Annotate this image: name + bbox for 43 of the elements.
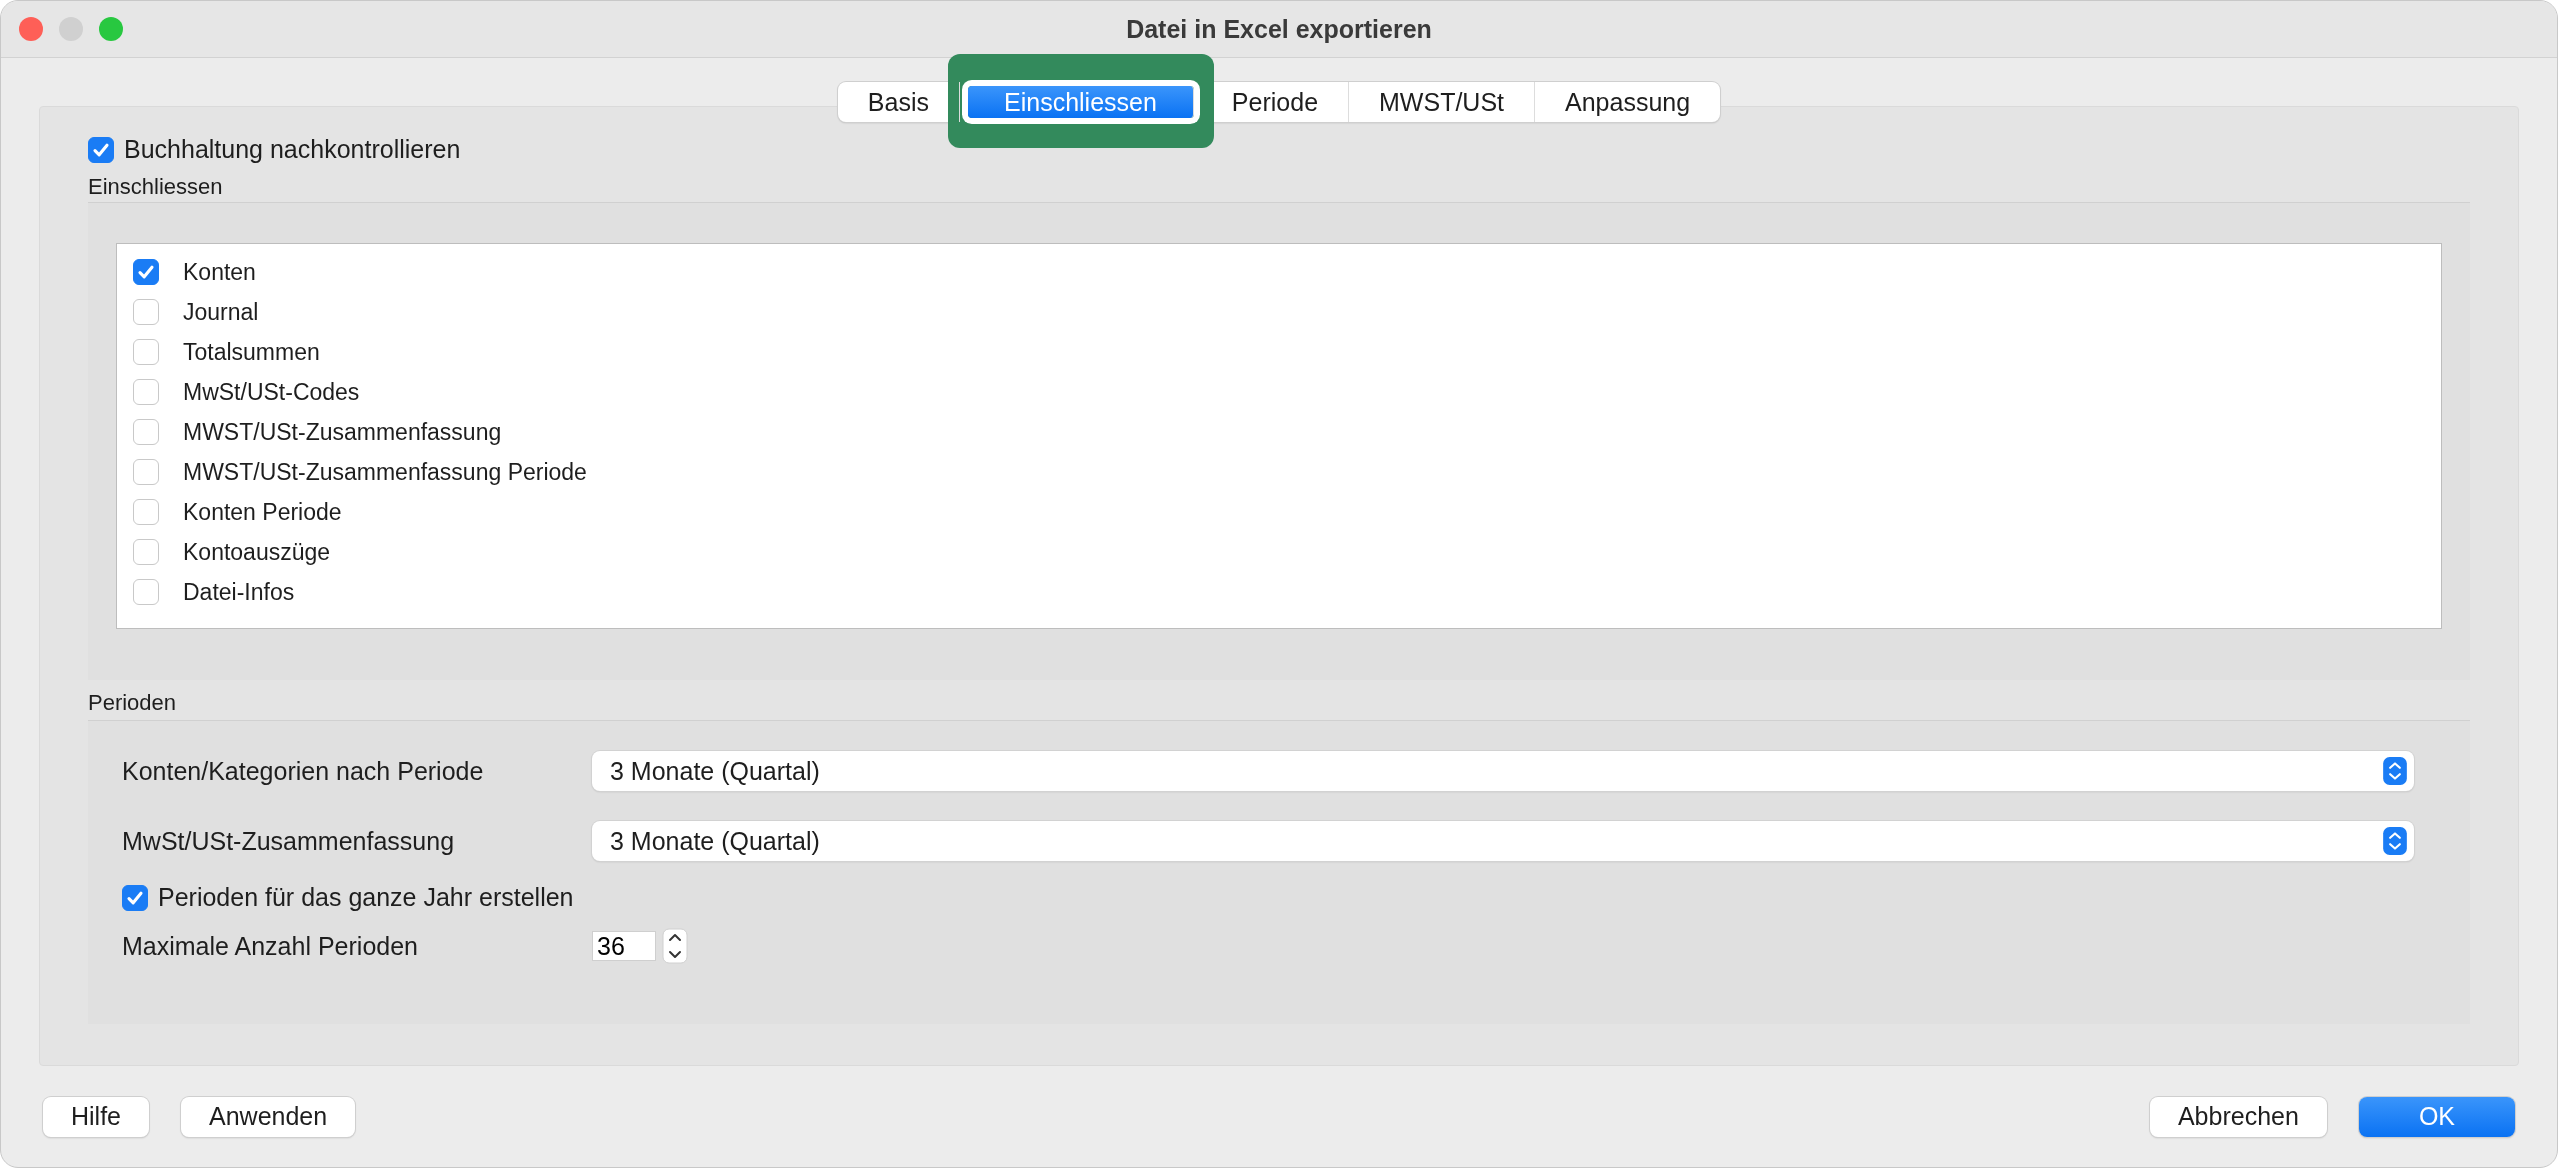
number-field[interactable]: 36 (592, 931, 656, 961)
popup-menu[interactable]: 3 Monate (Quartal) (592, 751, 2414, 791)
checkbox[interactable] (133, 579, 159, 605)
list-item-label: Kontoauszüge (183, 538, 331, 566)
popup-menu[interactable]: 3 Monate (Quartal) (592, 821, 2414, 861)
checkbox-label: Buchhaltung nachkontrollieren (124, 135, 461, 164)
checkbox[interactable] (133, 299, 159, 325)
list-item-label: MWST/USt-Zusammenfassung (183, 418, 502, 446)
tab[interactable]: Anpassung (1535, 82, 1721, 122)
chevron-updown-icon (2383, 827, 2407, 855)
field-label: Maximale Anzahl Perioden (122, 931, 419, 961)
list-item-label: MWST/USt-Zusammenfassung Periode (183, 458, 587, 486)
checkbox[interactable] (133, 339, 159, 365)
checkbox-label: Perioden für das ganze Jahr erstellen (158, 883, 574, 912)
checkbox[interactable] (133, 259, 159, 285)
dialog-button[interactable]: Hilfe (43, 1096, 149, 1137)
tab[interactable]: MWST/USt (1349, 82, 1536, 122)
list-item-label: Totalsummen (183, 338, 320, 366)
dialog-button[interactable]: OK (2358, 1096, 2515, 1137)
list-item-label: MwSt/USt-Codes (183, 378, 360, 406)
chevron-updown-icon (2383, 757, 2407, 785)
close-button[interactable] (19, 17, 43, 41)
dialog-button[interactable]: Anwenden (181, 1096, 356, 1137)
checkbox[interactable] (133, 499, 159, 525)
checkbox[interactable] (133, 539, 159, 565)
group-title: Einschliessen (88, 174, 223, 200)
list-item-label: Konten (183, 258, 256, 286)
checkbox[interactable] (133, 379, 159, 405)
zoom-button[interactable] (99, 17, 123, 41)
window-title: Datei in Excel exportieren (1126, 14, 1432, 44)
checkbox[interactable] (122, 884, 148, 911)
list-item-label: Datei-Infos (183, 578, 295, 606)
field-label: Konten/Kategorien nach Periode (122, 756, 485, 786)
group-title: Perioden (88, 690, 177, 716)
field-label: MwSt/USt-Zusammenfassung (122, 826, 456, 856)
tab[interactable]: Periode (1201, 82, 1350, 122)
checkbox[interactable] (133, 459, 159, 485)
list-item-label: Journal (183, 298, 259, 326)
stepper-icon[interactable] (662, 928, 688, 964)
checkbox[interactable] (88, 136, 114, 163)
checkbox[interactable] (133, 419, 159, 445)
dialog-button[interactable]: Abbrechen (2149, 1096, 2327, 1137)
list-item-label: Konten Periode (183, 498, 342, 526)
